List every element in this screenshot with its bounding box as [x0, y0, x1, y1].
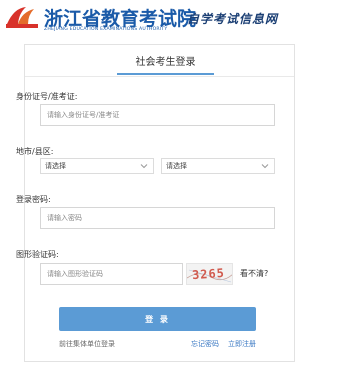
id-label: 身份证号/准考证:: [16, 92, 78, 101]
captcha-code: 3265: [191, 265, 226, 283]
chevron-down-icon: [140, 164, 148, 169]
forgot-password-link[interactable]: 忘记密码: [191, 339, 219, 349]
site-header: 浙江省教育考试院 ZHEJIANG EDUCATION EXAMINATIONS…: [0, 0, 338, 42]
id-number-placeholder: 请输入身份证号/准考证: [47, 111, 120, 119]
captcha-label: 图形验证码:: [16, 250, 59, 259]
city-select[interactable]: 请选择: [40, 158, 154, 174]
tab-divider: [25, 76, 294, 77]
zjzs-logo-icon: [4, 4, 40, 30]
id-number-input[interactable]: 请输入身份证号/准考证: [40, 104, 275, 126]
group-login-link[interactable]: 前往集体单位登录: [59, 339, 115, 349]
password-placeholder: 请输入密码: [47, 214, 82, 222]
chevron-down-icon: [261, 164, 269, 169]
register-link[interactable]: 立即注册: [228, 339, 256, 349]
active-tab-indicator: [117, 73, 214, 75]
city-select-value: 请选择: [45, 162, 66, 170]
captcha-refresh-link[interactable]: 看不清?: [240, 268, 268, 279]
captcha-input[interactable]: 请输入图形验证码: [40, 263, 183, 285]
region-label: 地市/县区:: [16, 147, 54, 156]
captcha-image[interactable]: 3265: [186, 263, 233, 285]
site-subtitle: ZHEJIANG EDUCATION EXAMINATIONS AUTHORIT…: [44, 27, 168, 32]
site-slogan: 自学考试信息网: [187, 12, 279, 26]
captcha-placeholder: 请输入图形验证码: [47, 270, 103, 278]
password-label: 登录密码:: [16, 195, 51, 204]
password-input[interactable]: 请输入密码: [40, 207, 275, 229]
district-select-value: 请选择: [166, 162, 187, 170]
tab-social-candidate-login[interactable]: 社会考生登录: [117, 53, 214, 68]
login-button[interactable]: 登 录: [59, 307, 256, 331]
district-select[interactable]: 请选择: [161, 158, 275, 174]
